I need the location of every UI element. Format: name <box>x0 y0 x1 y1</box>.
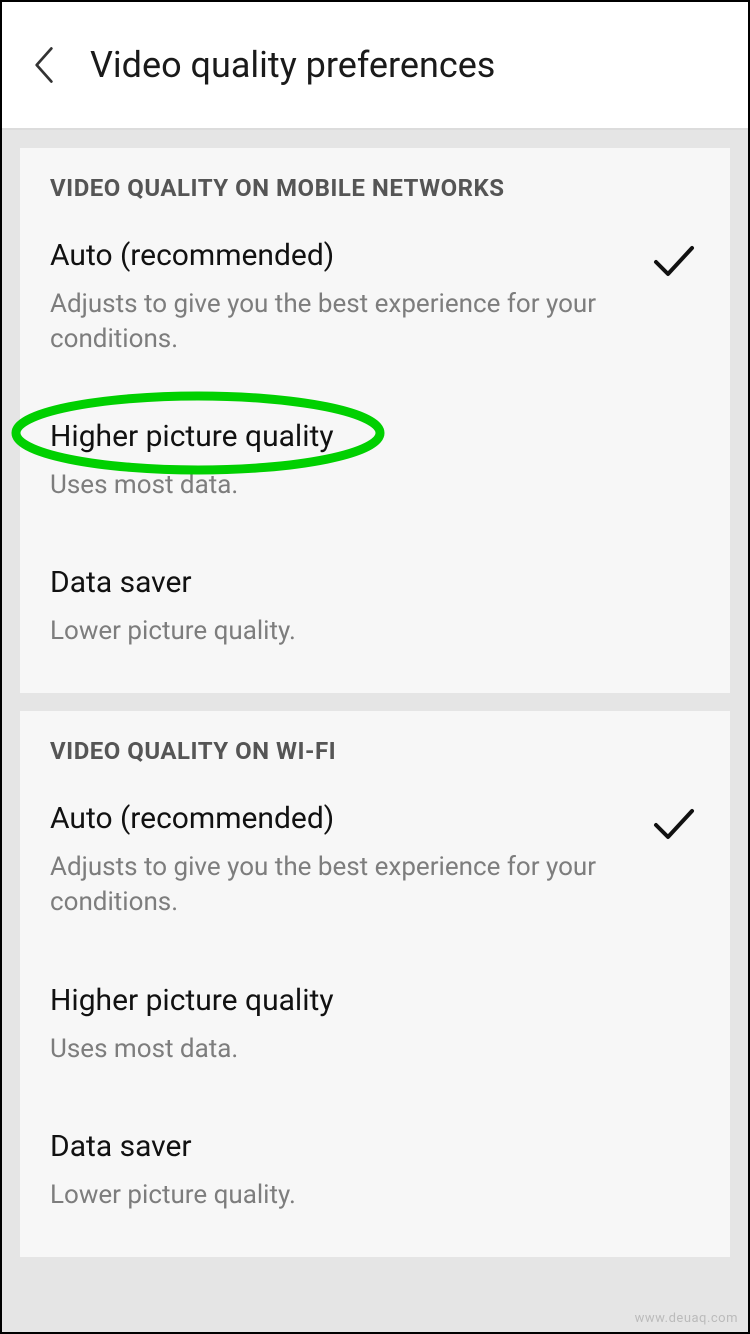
option-desc: Adjusts to give you the best experience … <box>50 287 610 357</box>
section-wifi: VIDEO QUALITY ON WI-FI Auto (recommended… <box>20 711 730 1256</box>
option-desc: Uses most data. <box>50 468 610 503</box>
option-desc: Lower picture quality. <box>50 1178 610 1213</box>
option-title: Auto (recommended) <box>50 801 700 836</box>
section-header: VIDEO QUALITY ON MOBILE NETWORKS <box>50 174 700 202</box>
checkmark-icon <box>652 244 696 280</box>
option-title: Data saver <box>50 1129 700 1164</box>
option-desc: Uses most data. <box>50 1032 610 1067</box>
option-higher-quality-mobile[interactable]: Higher picture quality Uses most data. <box>50 383 700 529</box>
option-title: Auto (recommended) <box>50 238 700 273</box>
option-data-saver-wifi[interactable]: Data saver Lower picture quality. <box>50 1093 700 1239</box>
header-bar: Video quality preferences <box>2 2 748 130</box>
option-desc: Lower picture quality. <box>50 614 610 649</box>
checkmark-icon <box>652 807 696 843</box>
page-title: Video quality preferences <box>90 44 495 86</box>
back-button[interactable] <box>24 45 64 85</box>
section-header: VIDEO QUALITY ON WI-FI <box>50 737 700 765</box>
option-higher-quality-wifi[interactable]: Higher picture quality Uses most data. <box>50 947 700 1093</box>
option-desc: Adjusts to give you the best experience … <box>50 850 610 920</box>
section-mobile-networks: VIDEO QUALITY ON MOBILE NETWORKS Auto (r… <box>20 148 730 693</box>
option-data-saver-mobile[interactable]: Data saver Lower picture quality. <box>50 529 700 675</box>
chevron-left-icon <box>33 46 55 84</box>
option-title: Higher picture quality <box>50 419 700 454</box>
option-auto-mobile[interactable]: Auto (recommended) Adjusts to give you t… <box>50 202 700 383</box>
option-auto-wifi[interactable]: Auto (recommended) Adjusts to give you t… <box>50 765 700 946</box>
option-title: Data saver <box>50 565 700 600</box>
watermark-text: www.deuaq.com <box>635 1311 738 1326</box>
option-title: Higher picture quality <box>50 983 700 1018</box>
